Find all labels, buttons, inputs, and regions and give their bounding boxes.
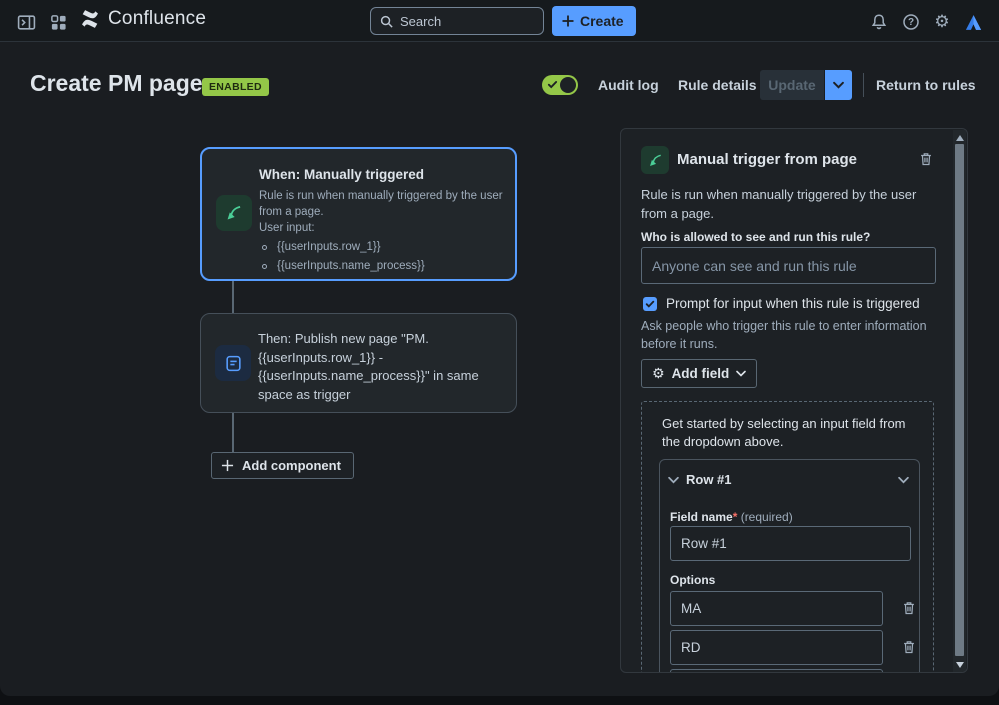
input-fields-container: Get started by selecting an input field … — [641, 401, 934, 672]
confluence-logo[interactable]: Confluence — [79, 8, 206, 30]
field-name-input[interactable] — [670, 526, 911, 561]
audit-log-link[interactable]: Audit log — [598, 77, 659, 93]
create-button-label: Create — [580, 13, 624, 29]
rule-enabled-toggle[interactable] — [542, 75, 578, 95]
atlassian-logo-icon[interactable] — [962, 11, 984, 33]
row-title: Row #1 — [686, 472, 732, 487]
manual-trigger-icon — [641, 146, 669, 174]
notifications-bell-icon[interactable] — [868, 11, 890, 33]
update-button[interactable]: Update — [760, 70, 824, 100]
status-badge: ENABLED — [202, 78, 269, 96]
help-icon[interactable]: ? — [900, 11, 922, 33]
add-component-label: Add component — [242, 458, 341, 473]
option-row — [670, 669, 921, 672]
options-label: Options — [670, 573, 716, 587]
top-navigation-bar: Confluence Create ? ⚙ — [0, 0, 999, 42]
user-input-list: {{userInputs.row_1}} {{userInputs.name_p… — [262, 241, 425, 279]
required-suffix: (required) — [737, 510, 793, 524]
page-title: Create PM page — [30, 70, 203, 96]
add-component-button[interactable]: Add component — [211, 452, 354, 479]
field-name-label: Field name* (required) — [670, 510, 793, 524]
trigger-config-panel: Manual trigger from page Rule is run whe… — [620, 128, 968, 673]
then-action-card[interactable]: Then: Publish new page "PM.{{userInputs.… — [200, 313, 517, 413]
prompt-checkbox-label: Prompt for input when this rule is trigg… — [666, 296, 920, 311]
list-item: {{userInputs.name_process}} — [262, 260, 425, 272]
option-row — [670, 591, 921, 626]
plus-icon — [562, 15, 574, 27]
update-dropdown-button[interactable] — [825, 70, 852, 100]
rule-details-link[interactable]: Rule details — [678, 77, 757, 93]
then-card-text: Then: Publish new page "PM.{{userInputs.… — [258, 331, 479, 402]
user-input-value: {{userInputs.row_1}} — [277, 241, 381, 253]
option-input[interactable] — [670, 669, 883, 672]
create-button[interactable]: Create — [552, 6, 636, 36]
add-field-label: Add field — [671, 366, 730, 381]
panel-description: Rule is run when manually triggered by t… — [641, 187, 917, 221]
chevron-down-icon — [833, 81, 844, 89]
help-glyph: ? — [907, 16, 915, 28]
permission-input[interactable] — [641, 247, 936, 284]
option-row — [670, 630, 921, 665]
manual-trigger-icon — [216, 195, 252, 231]
gear-icon: ⚙ — [652, 365, 665, 382]
panel-title: Manual trigger from page — [677, 151, 858, 168]
header-divider — [863, 73, 864, 97]
publish-page-icon — [215, 345, 251, 381]
sidebar-toggle-icon[interactable] — [15, 11, 37, 33]
plus-icon — [221, 459, 234, 472]
when-description-text: Rule is run when manually triggered by t… — [259, 190, 503, 218]
get-started-text: Get started by selecting an input field … — [662, 416, 906, 449]
delete-option-icon[interactable] — [899, 637, 919, 657]
field-name-label-text: Field name — [670, 510, 733, 524]
panel-header: Manual trigger from page — [641, 146, 936, 174]
settings-gear-icon[interactable]: ⚙ — [931, 11, 953, 33]
scroll-down-icon[interactable] — [956, 662, 964, 668]
panel-scrollbar[interactable] — [953, 130, 966, 672]
app-window: Confluence Create ? ⚙ Create PM page ENA… — [0, 0, 999, 696]
row-field-card: Row #1 Field name* (required) Options — [659, 459, 921, 672]
checkbox-checked-icon[interactable] — [643, 296, 657, 311]
return-to-rules-link[interactable]: Return to rules — [876, 77, 976, 93]
gear-glyph: ⚙ — [934, 11, 950, 32]
flow-connector-line — [232, 413, 234, 453]
bullet-icon — [262, 263, 267, 269]
flow-connector-line — [232, 281, 234, 315]
prompt-help-text: Ask people who trigger this rule to ente… — [641, 319, 927, 351]
chevron-down-icon — [736, 370, 747, 377]
delete-trigger-icon[interactable] — [916, 149, 936, 169]
permission-label: Who is allowed to see and run this rule? — [641, 230, 871, 244]
when-card-description: Rule is run when manually triggered by t… — [259, 188, 511, 236]
search-box[interactable] — [370, 7, 544, 35]
delete-option-icon[interactable] — [899, 598, 919, 618]
user-input-value: {{userInputs.name_process}} — [277, 260, 425, 272]
app-switcher-icon[interactable] — [47, 11, 69, 33]
product-name: Confluence — [108, 8, 207, 29]
add-field-button[interactable]: ⚙ Add field — [641, 359, 758, 388]
user-input-label: User input: — [259, 222, 315, 234]
option-input[interactable] — [670, 591, 883, 626]
row-accordion-header[interactable]: Row #1 — [660, 460, 919, 500]
scroll-up-icon[interactable] — [956, 135, 964, 141]
chevron-down-icon[interactable] — [668, 476, 679, 484]
scrollbar-thumb[interactable] — [955, 144, 964, 656]
option-input[interactable] — [670, 630, 883, 665]
search-icon — [380, 15, 393, 28]
search-input[interactable] — [400, 13, 520, 29]
chevron-down-icon[interactable] — [898, 476, 909, 484]
checkmark-icon — [547, 79, 558, 90]
when-trigger-card[interactable]: When: Manually triggered Rule is run whe… — [200, 147, 517, 281]
bullet-icon — [262, 244, 267, 250]
when-card-title: When: Manually triggered — [259, 167, 425, 182]
confluence-mark-icon — [82, 10, 98, 28]
prompt-checkbox-row[interactable]: Prompt for input when this rule is trigg… — [643, 296, 920, 311]
toggle-knob — [560, 77, 576, 93]
list-item: {{userInputs.row_1}} — [262, 241, 425, 253]
